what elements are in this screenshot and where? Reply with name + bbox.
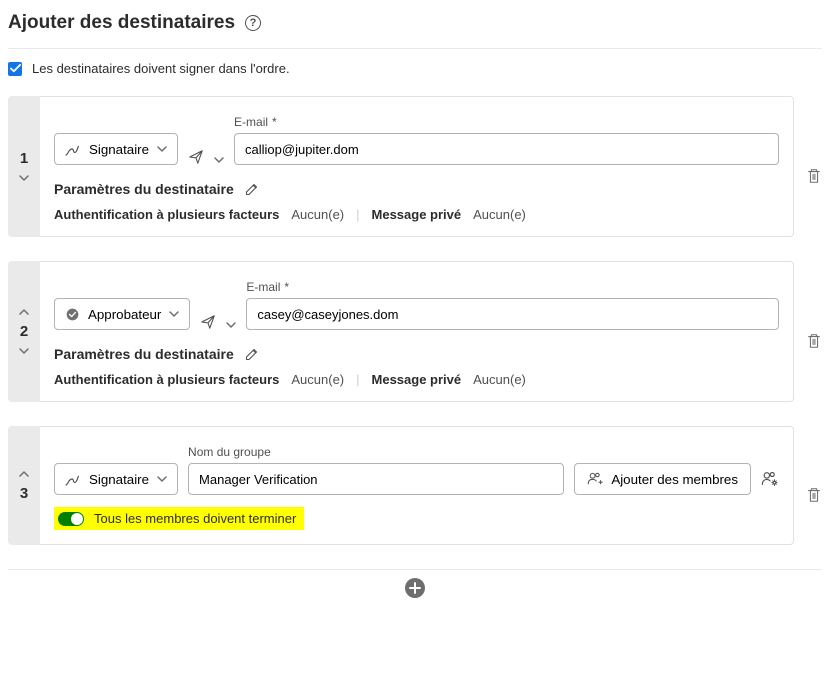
add-members-label: Ajouter des membres	[611, 472, 738, 487]
order-number: 2	[20, 323, 28, 340]
pen-icon	[65, 141, 81, 157]
email-input[interactable]	[234, 133, 779, 165]
role-select[interactable]: Approbateur	[54, 298, 190, 330]
role-label: Signataire	[89, 142, 149, 157]
chevron-down-icon	[169, 309, 179, 319]
plus-icon	[409, 582, 421, 594]
order-handle: 2	[8, 261, 40, 402]
group-name-input[interactable]	[188, 463, 564, 495]
recipient-group-card: Signataire Nom du groupe Ajouter des mem…	[40, 426, 794, 545]
move-down-icon[interactable]	[19, 173, 29, 183]
separator: |	[356, 372, 359, 387]
edit-settings-icon[interactable]	[244, 347, 259, 362]
move-down-icon[interactable]	[19, 346, 29, 356]
sign-in-order-checkbox[interactable]	[8, 62, 22, 76]
order-handle: 1	[8, 96, 40, 237]
recipient-settings-label: Paramètres du destinataire	[54, 181, 234, 197]
delete-recipient-icon[interactable]	[806, 150, 822, 184]
delivery-method-caret[interactable]	[214, 155, 224, 165]
separator: |	[356, 207, 359, 222]
chevron-down-icon	[157, 474, 167, 484]
recipient-card: Approbateur E-mail * Paramètres du desti…	[40, 261, 794, 402]
add-recipient-button[interactable]	[405, 578, 425, 598]
page-title: Ajouter des destinataires	[8, 12, 235, 34]
order-handle: 3	[8, 426, 40, 545]
mfa-label: Authentification à plusieurs facteurs	[54, 207, 279, 222]
edit-settings-icon[interactable]	[244, 182, 259, 197]
delivery-method-icon[interactable]	[188, 149, 204, 165]
email-label: E-mail	[234, 115, 268, 129]
add-members-icon	[587, 471, 603, 487]
private-message-value: Aucun(e)	[473, 372, 526, 387]
email-input[interactable]	[246, 298, 779, 330]
recipient-card: Signataire E-mail * Paramètres du destin…	[40, 96, 794, 237]
delete-recipient-icon[interactable]	[806, 315, 822, 349]
private-message-label: Message privé	[372, 372, 462, 387]
move-up-icon[interactable]	[19, 469, 29, 479]
pen-icon	[65, 471, 81, 487]
sign-in-order-label: Les destinataires doivent signer dans l'…	[32, 61, 290, 76]
all-members-label: Tous les membres doivent terminer	[94, 511, 296, 526]
email-label: E-mail	[246, 280, 280, 294]
mfa-label: Authentification à plusieurs facteurs	[54, 372, 279, 387]
private-message-value: Aucun(e)	[473, 207, 526, 222]
check-circle-icon	[65, 307, 80, 322]
recipient-row: 2 Approbateur E-mail *	[8, 261, 822, 402]
checkmark-icon	[10, 63, 21, 74]
required-asterisk: *	[284, 280, 289, 294]
chevron-down-icon	[157, 144, 167, 154]
recipient-group-row: 3 Signataire Nom du groupe Ajouter	[8, 426, 822, 545]
recipient-settings-label: Paramètres du destinataire	[54, 346, 234, 362]
order-number: 1	[20, 150, 28, 167]
help-icon[interactable]: ?	[245, 15, 261, 31]
mfa-value: Aucun(e)	[291, 207, 344, 222]
recipient-row: 1 Signataire E-mail *	[8, 96, 822, 237]
mfa-value: Aucun(e)	[291, 372, 344, 387]
role-select[interactable]: Signataire	[54, 133, 178, 165]
role-label: Signataire	[89, 472, 149, 487]
required-asterisk: *	[272, 115, 277, 129]
private-message-label: Message privé	[372, 207, 462, 222]
group-name-label: Nom du groupe	[188, 445, 271, 459]
group-settings-icon[interactable]	[761, 463, 779, 495]
role-select[interactable]: Signataire	[54, 463, 178, 495]
delete-group-icon[interactable]	[806, 469, 822, 503]
role-label: Approbateur	[88, 307, 161, 322]
order-number: 3	[20, 485, 28, 502]
all-members-toggle[interactable]	[58, 512, 84, 526]
add-members-button[interactable]: Ajouter des membres	[574, 463, 751, 495]
delivery-method-caret[interactable]	[226, 320, 236, 330]
delivery-method-icon[interactable]	[200, 314, 216, 330]
move-up-icon[interactable]	[19, 307, 29, 317]
